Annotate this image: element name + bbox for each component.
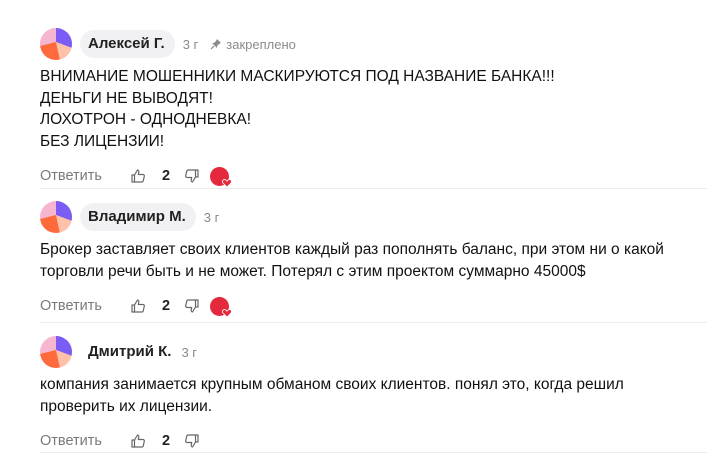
comment-header: Алексей Г. 3 г закреплено bbox=[40, 28, 710, 60]
comment-text: компания занимается крупным обманом свои… bbox=[40, 374, 710, 417]
comment-line: ЛОХОТРОН - ОДНОДНЕВКА! bbox=[40, 111, 252, 128]
dislike-icon[interactable] bbox=[182, 166, 202, 186]
like-count: 2 bbox=[161, 168, 171, 184]
comment-time: 3 г bbox=[182, 36, 199, 52]
author-name[interactable]: Алексей Г. bbox=[80, 30, 175, 58]
comment-line: ВНИМАНИЕ МОШЕННИКИ МАСКИРУЮТСЯ ПОД НАЗВА… bbox=[40, 68, 555, 85]
comment-line: ДЕНЬГИ НЕ ВЫВОДЯТ! bbox=[40, 89, 213, 107]
comment-line: торговли речи быть и не может. Потерял с… bbox=[40, 262, 586, 280]
comment-line: Брокер заставляет своих клиентов каждый … bbox=[40, 241, 664, 258]
like-icon[interactable] bbox=[128, 166, 148, 186]
comment-header: Дмитрий К. 3 г bbox=[40, 336, 710, 368]
comment-actions: Ответить 2 bbox=[40, 294, 710, 318]
heart-icon bbox=[222, 308, 232, 318]
comment: Дмитрий К. 3 г компания занимается крупн… bbox=[40, 336, 710, 453]
comment-time: 3 г bbox=[181, 344, 198, 360]
comment-actions: Ответить 2 bbox=[40, 164, 710, 188]
comment-line: БЕЗ ЛИЦЕНЗИИ! bbox=[40, 132, 165, 150]
comment-line: компания занимается крупным обманом свои… bbox=[40, 376, 624, 393]
reaction-badge-icon[interactable] bbox=[210, 296, 232, 318]
author-name[interactable]: Дмитрий К. bbox=[80, 338, 181, 366]
avatar[interactable] bbox=[40, 28, 72, 60]
avatar[interactable] bbox=[40, 201, 72, 233]
dislike-icon[interactable] bbox=[182, 296, 202, 316]
comment-text: ВНИМАНИЕ МОШЕННИКИ МАСКИРУЮТСЯ ПОД НАЗВА… bbox=[40, 66, 710, 152]
author-name[interactable]: Владимир М. bbox=[80, 203, 196, 231]
pin-icon bbox=[210, 39, 222, 50]
like-count: 2 bbox=[161, 298, 171, 314]
reply-button[interactable]: Ответить bbox=[40, 168, 102, 184]
like-icon[interactable] bbox=[128, 431, 148, 451]
heart-icon bbox=[222, 178, 232, 188]
comment-line: проверить их лицензии. bbox=[40, 397, 213, 415]
reply-button[interactable]: Ответить bbox=[40, 433, 102, 449]
reaction-badge-icon[interactable] bbox=[210, 166, 232, 188]
pinned-label: закреплено bbox=[210, 37, 296, 52]
comment: Владимир М. 3 г Брокер заставляет своих … bbox=[40, 201, 710, 318]
avatar[interactable] bbox=[40, 336, 72, 368]
comment-header: Владимир М. 3 г bbox=[40, 201, 710, 233]
like-icon[interactable] bbox=[128, 296, 148, 316]
comment: Алексей Г. 3 г закреплено ВНИМАНИЕ МОШЕН… bbox=[40, 28, 710, 188]
divider bbox=[40, 322, 707, 323]
divider bbox=[40, 188, 707, 189]
divider bbox=[40, 452, 707, 453]
comment-text: Брокер заставляет своих клиентов каждый … bbox=[40, 239, 710, 282]
comment-time: 3 г bbox=[203, 209, 220, 225]
pinned-text: закреплено bbox=[226, 36, 296, 52]
like-count: 2 bbox=[161, 433, 171, 449]
comment-actions: Ответить 2 bbox=[40, 429, 710, 453]
dislike-icon[interactable] bbox=[182, 431, 202, 451]
reply-button[interactable]: Ответить bbox=[40, 298, 102, 314]
